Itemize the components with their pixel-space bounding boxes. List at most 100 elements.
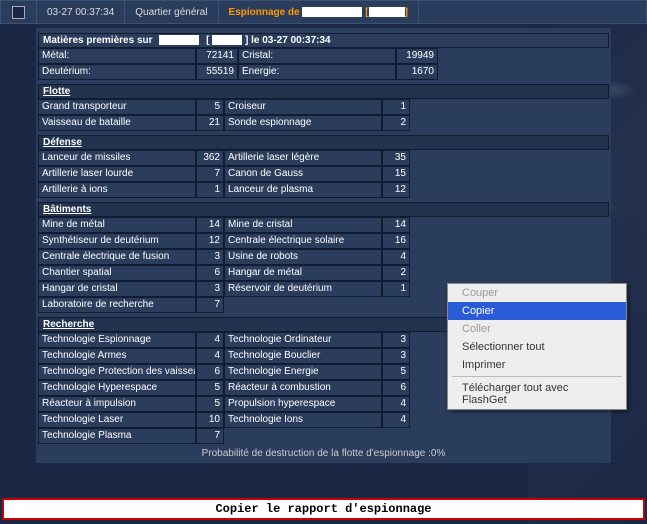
metal-value: 72141: [196, 48, 238, 64]
item-value: 6: [196, 364, 224, 380]
item-label: Réservoir de deutérium: [224, 281, 382, 297]
item-label: Canon de Gauss: [224, 166, 382, 182]
hdr-prefix: Matières premières sur: [43, 35, 153, 46]
data-row: Chantier spatial6Hangar de métal2: [38, 265, 609, 281]
item-label: Lanceur de missiles: [38, 150, 196, 166]
deut-label: Deutérium:: [38, 64, 196, 80]
item-label: Technologie Laser: [38, 412, 196, 428]
item-label: Technologie Protection des vaisseaux spa…: [38, 364, 196, 380]
item-value: 6: [196, 265, 224, 281]
item-label: Grand transporteur: [38, 99, 196, 115]
item-label: Laboratoire de recherche: [38, 297, 196, 313]
item-label: Technologie Ions: [224, 412, 382, 428]
item-value: 7: [196, 428, 224, 444]
item-value: 12: [382, 182, 410, 198]
crystal-label: Cristal:: [238, 48, 396, 64]
item-label: Croiseur: [224, 99, 382, 115]
item-value: 7: [196, 297, 224, 313]
data-row: Technologie Plasma7: [38, 428, 609, 444]
item-label: Lanceur de plasma: [224, 182, 382, 198]
item-value: 4: [196, 348, 224, 364]
item-label: Hangar de métal: [224, 265, 382, 281]
item-value: 3: [196, 281, 224, 297]
item-label: Mine de métal: [38, 217, 196, 233]
spy-title: Espionnage de [ ]: [219, 1, 419, 23]
item-value: 12: [196, 233, 224, 249]
item-value: 14: [196, 217, 224, 233]
item-label: Réacteur à combustion: [224, 380, 382, 396]
ctx-separator: [452, 376, 622, 377]
item-value: 4: [196, 332, 224, 348]
location-label: Quartier général: [125, 1, 218, 23]
ctx-flashget[interactable]: Télécharger tout avec FlashGet: [448, 379, 626, 409]
data-row: Artillerie laser lourde7Canon de Gauss15: [38, 166, 609, 182]
item-value: 2: [382, 265, 410, 281]
ctx-select-all[interactable]: Sélectionner tout: [448, 338, 626, 356]
bracket: ]: [405, 7, 408, 18]
item-label: Technologie Hyperespace: [38, 380, 196, 396]
item-label: Artillerie à ions: [38, 182, 196, 198]
redacted-coords: [369, 7, 405, 17]
item-value: 5: [382, 364, 410, 380]
deut-value: 55519: [196, 64, 238, 80]
item-label: Propulsion hyperespace: [224, 396, 382, 412]
item-label: Technologie Ordinateur: [224, 332, 382, 348]
item-value: 3: [196, 249, 224, 265]
ctx-print[interactable]: Imprimer: [448, 356, 626, 374]
ctx-cut: Couper: [448, 284, 626, 302]
checkbox-icon[interactable]: [12, 6, 25, 19]
energy-label: Energie:: [238, 64, 396, 80]
item-value: 4: [382, 249, 410, 265]
item-value: 1: [382, 281, 410, 297]
report-header: Matières premières sur [ ] le 03-27 00:3…: [38, 33, 609, 48]
section-defense: Défense: [38, 135, 609, 150]
data-row: Mine de métal14Mine de cristal14: [38, 217, 609, 233]
item-value: 14: [382, 217, 410, 233]
message-header-bar: 03-27 00:37:34 Quartier général Espionna…: [0, 0, 647, 24]
item-value: 5: [196, 380, 224, 396]
ctx-paste: Coller: [448, 320, 626, 338]
resource-row: Deutérium: 55519 Energie: 1670: [38, 64, 609, 80]
item-value: 7: [196, 166, 224, 182]
item-label: Technologie Bouclier: [224, 348, 382, 364]
item-value: 21: [196, 115, 224, 131]
item-label: Hangar de cristal: [38, 281, 196, 297]
data-row: Grand transporteur5Croiseur1: [38, 99, 609, 115]
ctx-copy[interactable]: Copier: [448, 302, 626, 320]
item-label: Synthétiseur de deutérium: [38, 233, 196, 249]
item-label: Technologie Plasma: [38, 428, 196, 444]
item-label: Technologie Espionnage: [38, 332, 196, 348]
item-value: 6: [382, 380, 410, 396]
item-value: 35: [382, 150, 410, 166]
section-buildings: Bâtiments: [38, 202, 609, 217]
timestamp: 03-27 00:37:34: [37, 1, 125, 23]
item-value: 15: [382, 166, 410, 182]
item-value: 5: [196, 99, 224, 115]
destruction-probability: Probabilité de destruction de la flotte …: [38, 444, 609, 461]
item-value: 5: [196, 396, 224, 412]
data-row: Lanceur de missiles362Artillerie laser l…: [38, 150, 609, 166]
hdr-suffix: ] le 03-27 00:37:34: [245, 35, 331, 46]
item-value: 362: [196, 150, 224, 166]
copy-report-button[interactable]: Copier le rapport d'espionnage: [2, 498, 645, 520]
item-value: 1: [196, 182, 224, 198]
item-label: Vaisseau de bataille: [38, 115, 196, 131]
select-checkbox-cell[interactable]: [1, 1, 37, 23]
item-label: Centrale électrique solaire: [224, 233, 382, 249]
redacted-player: [302, 7, 362, 17]
redacted-planet: [159, 35, 199, 45]
item-value: 16: [382, 233, 410, 249]
item-value: 2: [382, 115, 410, 131]
item-label: Chantier spatial: [38, 265, 196, 281]
item-label: Artillerie laser légère: [224, 150, 382, 166]
item-value: 4: [382, 412, 410, 428]
item-label: Réacteur à impulsion: [38, 396, 196, 412]
item-label: Technologie Armes: [38, 348, 196, 364]
item-label: Usine de robots: [224, 249, 382, 265]
data-row: Centrale électrique de fusion3Usine de r…: [38, 249, 609, 265]
redacted-coords2: [212, 35, 242, 45]
data-row: Vaisseau de bataille21Sonde espionnage2: [38, 115, 609, 131]
data-row: Artillerie à ions1Lanceur de plasma12: [38, 182, 609, 198]
resource-row: Métal: 72141 Cristal: 19949: [38, 48, 609, 64]
item-value: 4: [382, 396, 410, 412]
